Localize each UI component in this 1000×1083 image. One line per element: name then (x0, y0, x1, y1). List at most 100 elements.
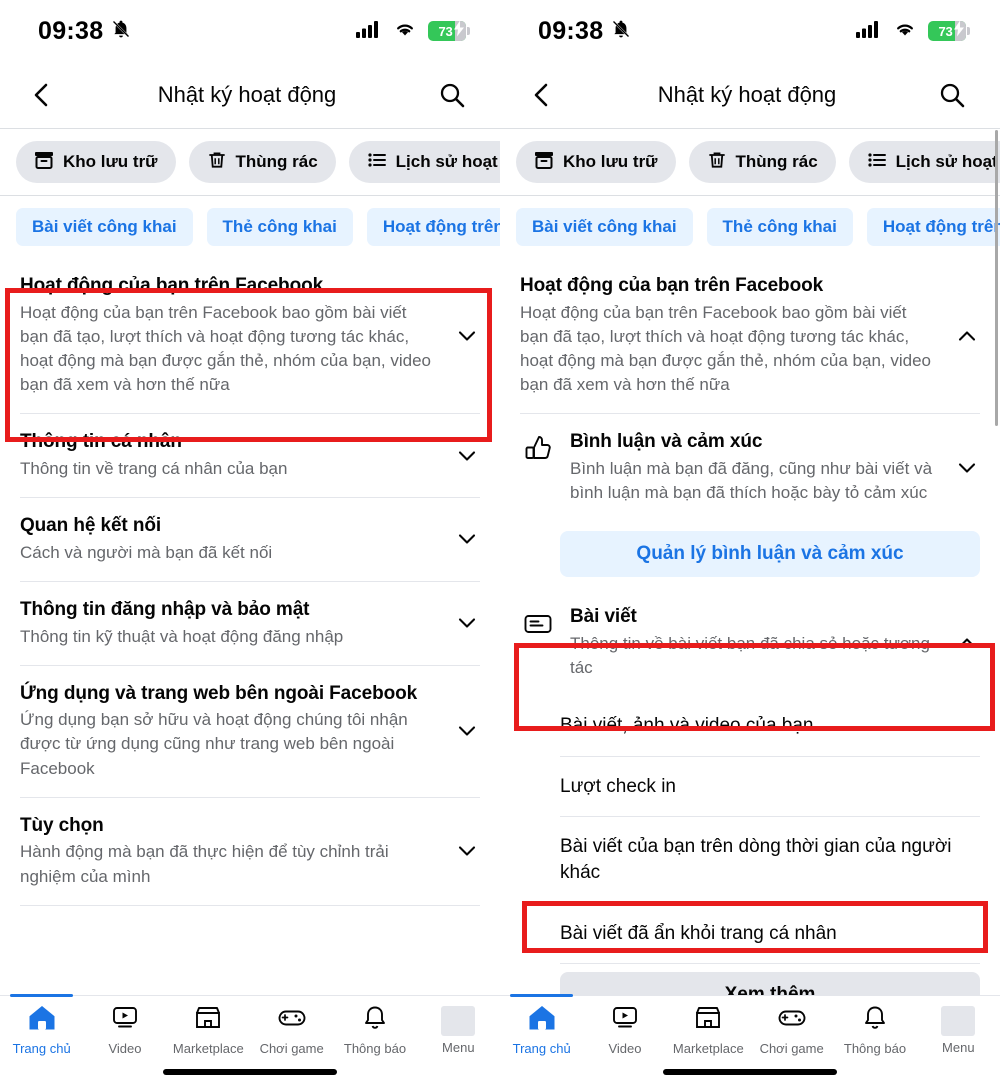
category-chip-row[interactable]: Bài viết công khai Thẻ công khai Hoạt độ… (0, 196, 500, 258)
left-screen: 09:38 73 Nhật ký hoạt động Kho lưu trữ T… (0, 0, 500, 1083)
list-item-personal-info[interactable]: Thông tin cá nhân Thông tin về trang cá … (0, 414, 500, 497)
subitem-your-posts-photos-videos[interactable]: Bài viết, ảnh và video của bạn (500, 696, 1000, 756)
chip-activity-on[interactable]: Hoạt động trên (366, 208, 500, 246)
tab-gaming[interactable]: Chơi game (250, 1004, 333, 1056)
archive-box-icon (34, 150, 54, 175)
list-item-posts[interactable]: Bài viết Thông tin về bài viết bạn đã ch… (500, 589, 1000, 696)
chip-trash[interactable]: Thùng rác (188, 141, 336, 183)
chevron-down-icon[interactable] (452, 840, 482, 862)
status-bar-left-group: 09:38 (538, 17, 631, 46)
battery-tip (467, 27, 470, 35)
tab-marketplace[interactable]: Marketplace (667, 1004, 750, 1056)
list-item-comments-reactions[interactable]: Bình luận và cảm xúc Bình luận mà bạn đã… (500, 414, 1000, 521)
right-screen: 09:38 73 Nhật ký hoạt động Kho lưu trữ T… (500, 0, 1000, 1083)
chip-activity-history-label: Lịch sử hoạt động (895, 152, 1000, 171)
tab-gaming-label: Chơi game (759, 1041, 824, 1056)
tab-notifications[interactable]: Thông báo (333, 1004, 416, 1056)
gamepad-icon (777, 1004, 807, 1037)
home-indicator-bar (663, 1069, 837, 1075)
chip-public-tags[interactable]: Thẻ công khai (206, 208, 353, 246)
active-tab-indicator (9, 994, 74, 997)
status-bar-left-group: 09:38 (38, 17, 131, 46)
video-icon (110, 1004, 140, 1037)
list-item-text: Bình luận và cảm xúc Bình luận mà bạn đã… (570, 430, 938, 505)
battery-percent-label: 73 (938, 23, 953, 39)
chevron-down-icon[interactable] (452, 325, 482, 347)
list-item-connections[interactable]: Quan hệ kết nối Cách và người mà bạn đã … (0, 498, 500, 581)
home-icon (27, 1004, 57, 1037)
list-item-subtitle: Hoạt động của bạn trên Facebook bao gồm … (520, 302, 931, 395)
subitem-hidden-posts[interactable]: Bài viết đã ẩn khỏi trang cá nhân (500, 904, 1000, 964)
tab-menu-label: Menu (942, 1039, 975, 1055)
tab-gaming[interactable]: Chơi game (750, 1004, 833, 1056)
vertical-scrollbar[interactable] (995, 130, 998, 426)
list-item-subtitle: Cách và người mà bạn đã kết nối (20, 542, 273, 562)
list-item-preferences[interactable]: Tùy chọn Hành động mà bạn đã thực hiện đ… (0, 798, 500, 905)
chevron-down-icon[interactable] (452, 445, 482, 467)
chip-public-posts[interactable]: Bài viết công khai (516, 208, 693, 246)
battery-tip (967, 27, 970, 35)
list-item-activity-facebook[interactable]: Hoạt động của bạn trên Facebook Hoạt độn… (0, 258, 500, 413)
tab-home[interactable]: Trang chủ (0, 994, 83, 1056)
chip-public-tags[interactable]: Thẻ công khai (706, 208, 853, 246)
battery-indicator: 73 (428, 20, 470, 41)
manage-comments-button[interactable]: Quản lý bình luận và cảm xúc (560, 531, 980, 578)
list-item-text: Bài viết Thông tin về bài viết bạn đã ch… (570, 605, 938, 680)
list-item-login-security[interactable]: Thông tin đăng nhập và bảo mật Thông tin… (0, 582, 500, 665)
tab-gaming-label: Chơi game (259, 1041, 324, 1056)
subitem-checkins[interactable]: Lượt check in (500, 757, 1000, 817)
chevron-down-icon[interactable] (452, 720, 482, 742)
tab-marketplace[interactable]: Marketplace (167, 1004, 250, 1056)
cellular-signal-icon (856, 20, 882, 43)
list-item-text: Ứng dụng và trang web bên ngoài Facebook… (20, 682, 438, 781)
back-button[interactable] (520, 73, 564, 117)
chevron-down-icon[interactable] (952, 457, 982, 479)
chip-activity-history[interactable]: Lịch sử hoạt động (848, 141, 1000, 183)
bottom-navigation-left: Trang chủ Video Marketplace Chơi game Th… (0, 994, 500, 1083)
list-item-text: Thông tin đăng nhập và bảo mật Thông tin… (20, 598, 438, 649)
chevron-up-icon[interactable] (952, 632, 982, 654)
chip-archive[interactable]: Kho lưu trữ (16, 141, 176, 183)
list-item-title: Quan hệ kết nối (20, 515, 162, 536)
activity-category-list-left: Hoạt động của bạn trên Facebook Hoạt độn… (0, 258, 500, 906)
list-item-subtitle: Hoạt động của bạn trên Facebook bao gồm … (20, 302, 431, 395)
post-card-icon (520, 605, 556, 639)
list-item-title: Hoạt động của bạn trên Facebook (20, 275, 324, 296)
video-icon (610, 1004, 640, 1037)
status-bar-left: 09:38 73 (0, 0, 500, 62)
list-item-apps-websites[interactable]: Ứng dụng và trang web bên ngoài Facebook… (0, 666, 500, 797)
list-item-text: Tùy chọn Hành động mà bạn đã thực hiện đ… (20, 814, 438, 889)
chevron-down-icon[interactable] (452, 612, 482, 634)
chevron-up-icon[interactable] (952, 325, 982, 347)
tab-home[interactable]: Trang chủ (500, 994, 583, 1056)
tab-marketplace-label: Marketplace (672, 1041, 744, 1056)
list-item-activity-facebook[interactable]: Hoạt động của bạn trên Facebook Hoạt độn… (500, 258, 1000, 413)
search-icon[interactable] (930, 73, 974, 117)
back-button[interactable] (20, 73, 64, 117)
page-title: Nhật ký hoạt động (657, 82, 837, 107)
tab-video[interactable]: Video (583, 1004, 666, 1056)
tab-menu[interactable]: Menu (417, 1005, 500, 1055)
bell-slash-icon (111, 19, 131, 44)
list-item-title: Ứng dụng và trang web bên ngoài Facebook (20, 682, 418, 704)
chip-activity-on[interactable]: Hoạt động trên (866, 208, 1000, 246)
menu-icon (941, 1005, 976, 1036)
tab-menu[interactable]: Menu (917, 1005, 1000, 1055)
tab-home-label: Trang chủ (12, 1041, 71, 1056)
chip-trash[interactable]: Thùng rác (688, 141, 836, 183)
chip-activity-history-label: Lịch sử hoạt động (395, 152, 500, 171)
tab-video[interactable]: Video (83, 1004, 166, 1056)
chip-public-posts[interactable]: Bài viết công khai (16, 208, 193, 246)
tab-notifications[interactable]: Thông báo (833, 1004, 916, 1056)
status-bar-right-group: 73 (856, 20, 970, 43)
chip-activity-history[interactable]: Lịch sử hoạt động (348, 141, 500, 183)
chevron-down-icon[interactable] (452, 528, 482, 550)
filter-chip-row[interactable]: Kho lưu trữ Thùng rác Lịch sử hoạt động (0, 129, 500, 195)
search-icon[interactable] (430, 73, 474, 117)
list-item-subtitle: Thông tin về bài viết bạn đã chia sẻ hoặ… (570, 633, 930, 677)
subitem-posts-on-others-timeline[interactable]: Bài viết của bạn trên dòng thời gian của… (500, 817, 1000, 902)
filter-chip-row[interactable]: Kho lưu trữ Thùng rác Lịch sử hoạt động (500, 129, 1000, 195)
chip-archive[interactable]: Kho lưu trữ (516, 141, 676, 183)
cellular-signal-icon (356, 20, 382, 43)
category-chip-row[interactable]: Bài viết công khai Thẻ công khai Hoạt độ… (500, 196, 1000, 258)
